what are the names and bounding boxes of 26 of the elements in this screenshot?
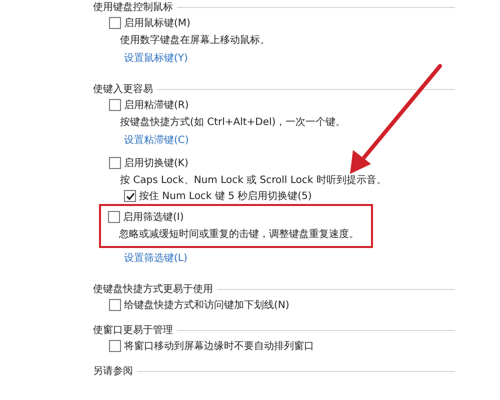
checkbox-label[interactable]: 将窗口移动到屏幕边缘时不要自动排列窗口: [124, 338, 314, 352]
checkbox-label[interactable]: 给键盘快捷方式和访问键加下划线(N): [124, 298, 290, 312]
section-heading: 使键入更容易: [93, 82, 153, 96]
checkbox[interactable]: [109, 98, 121, 110]
section-heading: 使用键盘控制鼠标: [93, 0, 173, 14]
description-text: 按键盘快捷方式(如 Ctrl+Alt+Del)，一次一个键。: [120, 116, 346, 130]
checkbox-label[interactable]: 启用切换键(K): [124, 156, 188, 170]
checkbox[interactable]: [109, 340, 121, 352]
description-text: 使用数字键盘在屏幕上移动鼠标。: [120, 34, 270, 48]
settings-link[interactable]: 设置鼠标键(Y): [124, 50, 188, 66]
checkbox[interactable]: [109, 298, 121, 310]
settings-link[interactable]: 设置粘滞键(C): [124, 132, 189, 148]
checkbox-label[interactable]: 按住 Num Lock 键 5 秒启用切换键(5): [139, 189, 312, 203]
checkbox[interactable]: [109, 16, 121, 28]
section-heading: 使窗口更易于管理: [93, 324, 173, 337]
checkbox[interactable]: [124, 190, 136, 202]
checkbox-label[interactable]: 启用粘滞键(R): [124, 98, 189, 112]
description-text: 忽略或减缓短时间或重复的击键，调整键盘重复速度。: [119, 228, 359, 242]
checkbox-label[interactable]: 启用筛选键(I): [123, 210, 184, 224]
section-heading: 使键盘快捷方式更易于使用: [93, 282, 213, 296]
checkbox[interactable]: [108, 210, 120, 222]
checkbox[interactable]: [109, 156, 121, 168]
settings-link[interactable]: 设置筛选键(L): [124, 250, 188, 266]
checkbox-label[interactable]: 启用鼠标键(M): [124, 16, 190, 30]
section-heading: 另请参阅: [93, 364, 133, 378]
description-text: 按 Caps Lock、Num Lock 或 Scroll Lock 时听到提示音。: [120, 174, 386, 188]
